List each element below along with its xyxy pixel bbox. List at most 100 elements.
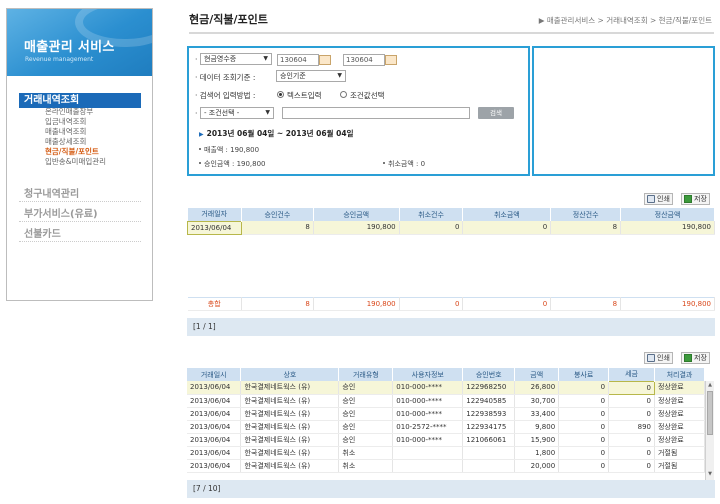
cell: 거절됨 [654,446,706,460]
sidebar-item-return-unpurchased[interactable]: 입반송&미매입관리 [45,157,106,167]
col-header[interactable]: 거래일자 [187,208,242,221]
calendar-icon[interactable] [385,55,397,65]
cell: 2013/06/04 [187,420,242,434]
criteria-label: · 데이터 조회기준 : [195,73,256,82]
col-header[interactable]: 승인건수 [241,208,314,221]
col-header[interactable]: 사용자정보 [392,368,464,381]
triangle-right-icon: ▶ [199,131,204,138]
cell: 0 [608,394,655,408]
detail-scrollbar[interactable]: ▲ ▼ [705,381,714,480]
cell: 정상완료 [654,433,706,447]
col-header[interactable]: 승인금액 [313,208,400,221]
cell: 0 [462,296,552,311]
scroll-thumb[interactable] [707,391,713,435]
cell: 122940585 [462,394,516,408]
scroll-up-icon[interactable]: ▲ [706,382,714,390]
cell: 승인 [338,407,394,421]
search-period: ▶ 2013년 06월 04일 ~ 2013년 06월 04일 [199,129,354,138]
search-button[interactable]: 검색 [478,107,514,119]
sidebar-group-prepaid[interactable]: 선불카드 [19,227,141,242]
excel-icon [684,354,692,362]
sidebar-group-addon[interactable]: 부가서비스(유료) [19,207,141,222]
cell: 0 [558,394,610,408]
cell: 8 [550,296,622,311]
table-row[interactable]: 2013/06/04 한국결제네트웍스 (유) 취소 20,000 0 0 거절됨 [187,459,706,473]
brand-title: 매출관리 서비스 [24,40,115,55]
cell [392,459,464,473]
table-row[interactable]: 2013/06/04 한국결제네트웍스 (유) 승인 010-000-**** 1229… [187,380,706,395]
table-row[interactable]: 2013/06/04 한국결제네트웍스 (유) 승인 010-000-**** 1229… [187,394,706,408]
col-header[interactable]: 거래유형 [338,368,394,381]
col-header[interactable]: 정산금액 [620,208,715,221]
receipt-type-select[interactable]: 현금영수증 ▼ [200,53,272,65]
col-header[interactable]: 세금 [608,368,655,381]
cell: 한국결제네트웍스 (유) [240,381,340,395]
cell: 한국결제네트웍스 (유) [240,394,340,408]
title-divider [189,32,714,34]
search-input[interactable] [282,107,470,119]
bullet-icon: · [195,109,198,118]
cell: 122968250 [462,381,516,395]
bullet-icon: · [195,55,198,64]
col-header[interactable]: 거래일시 [187,368,242,381]
sidebar-item-sales-detail[interactable]: 매출상세조회 [45,137,86,147]
col-header[interactable]: 처리결과 [654,368,706,381]
sales-amount: 매출액 : 190,800 [199,145,259,155]
cell: 8 [241,296,314,311]
cell: 0 [608,407,655,421]
cell: 0 [399,296,464,311]
print-button[interactable]: 인쇄 [644,352,673,364]
cell: 0 [558,407,610,421]
radio-condition-select[interactable] [340,91,347,98]
table-row[interactable]: 2013/06/04 한국결제네트웍스 (유) 승인 010-000-**** 1229… [187,407,706,421]
save-button[interactable]: 저장 [681,352,710,364]
side-preview-panel [532,46,715,176]
radio-text-input[interactable] [277,91,284,98]
printer-icon [647,195,655,203]
cell: 0 [608,446,655,460]
radio-condition-label: 조건값선택 [350,91,385,100]
cell: 0 [608,380,655,395]
cell: 26,800 [514,381,560,395]
col-header[interactable]: 취소금액 [462,208,552,221]
cell: 010-000-**** [392,381,464,395]
col-header[interactable]: 취소건수 [399,208,464,221]
cell: 30,700 [514,394,560,408]
sidebar: 매출관리 서비스 Revenue management 거래내역조회 온라인매출… [6,8,153,301]
table-row[interactable]: 2013/06/04 한국결제네트웍스 (유) 승인 010-000-**** 1210… [187,433,706,447]
cell: 190,800 [620,221,715,235]
cell: 2013/06/04 [187,407,242,421]
table-row[interactable]: 2013/06/04 한국결제네트웍스 (유) 취소 1,800 0 0 거절됨 [187,446,706,460]
col-header[interactable]: 금액 [514,368,560,381]
col-header[interactable]: 승인번호 [462,368,516,381]
table-row[interactable]: 2013/06/04 한국결제네트웍스 (유) 승인 010-2572-**** 122… [187,420,706,434]
cell [462,459,516,473]
cell: 총합 [187,296,242,311]
criteria-select[interactable]: 승인기준 ▼ [276,70,346,82]
cell: 0 [608,433,655,447]
sidebar-item-sales[interactable]: 매출내역조회 [45,127,86,137]
sidebar-item-deposit[interactable]: 입금내역조회 [45,117,86,127]
sidebar-group-billing[interactable]: 청구내역관리 [19,187,141,202]
scroll-down-icon[interactable]: ▼ [706,471,714,479]
sidebar-item-cash-debit-point[interactable]: 현금/직불/포인트 [45,147,99,157]
table-row[interactable]: 2013/06/04 8 190,800 0 0 8 190,800 [187,220,715,235]
cell: 190,800 [620,296,715,311]
calendar-icon[interactable] [319,55,331,65]
date-to-input[interactable]: 130604 [343,54,385,66]
sidebar-item-online-ledger[interactable]: 온라인매출장부 [45,107,93,117]
save-button[interactable]: 저장 [681,193,710,205]
col-header[interactable]: 정산건수 [550,208,622,221]
cell: 취소 [338,459,394,473]
col-header[interactable]: 봉사료 [558,368,610,381]
cell: 0 [462,221,552,235]
col-header[interactable]: 상호 [240,368,340,381]
cell: 0 [558,446,610,460]
print-button[interactable]: 인쇄 [644,193,673,205]
sidebar-section-transactions[interactable]: 거래내역조회 [19,93,141,108]
date-from-input[interactable]: 130604 [277,54,319,66]
cell: 8 [550,221,622,235]
cell: 20,000 [514,459,560,473]
cell: 한국결제네트웍스 (유) [240,433,340,447]
condition-select[interactable]: - 조건선택 - ▼ [200,107,274,119]
